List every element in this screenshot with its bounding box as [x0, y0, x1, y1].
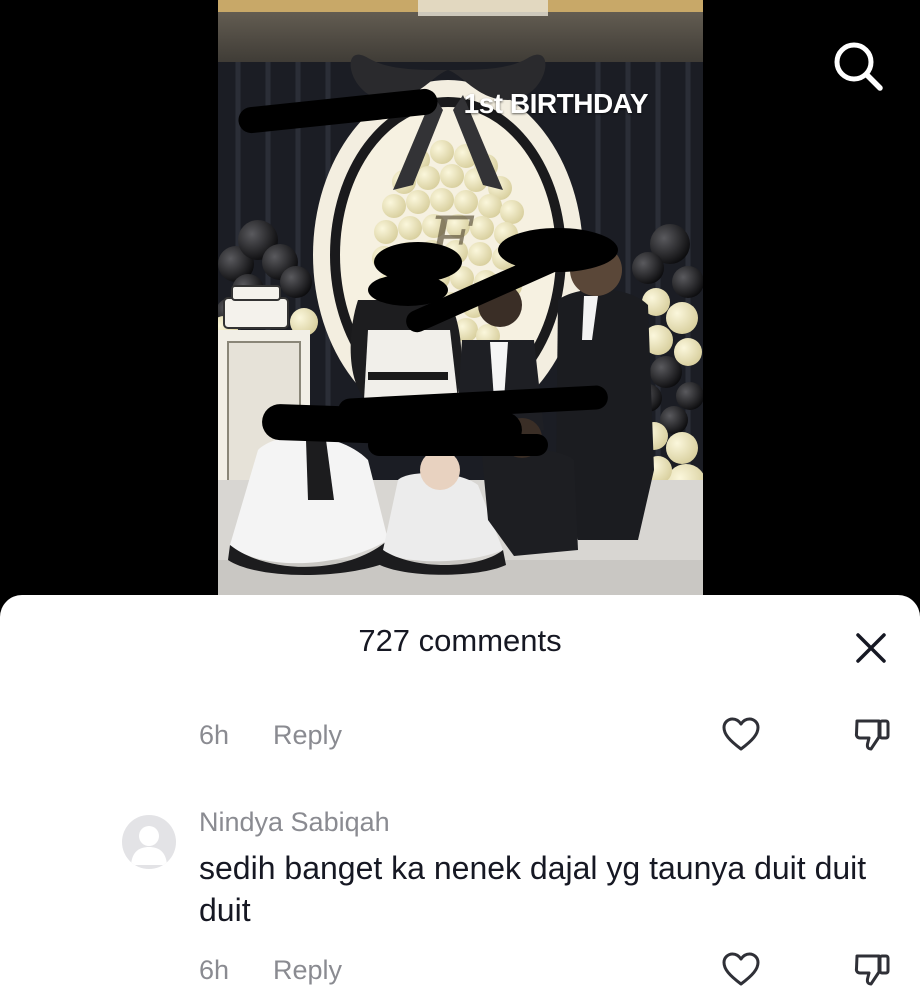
close-icon: [856, 633, 886, 663]
comment-time: 6h: [199, 954, 230, 985]
video-overlay-title: 1st BIRTHDAY: [463, 88, 649, 119]
avatar[interactable]: [122, 815, 176, 869]
thumbs-down-icon: [854, 719, 890, 751]
comment-meta-row: 6h Reply: [199, 950, 342, 990]
close-button[interactable]: [852, 629, 890, 667]
like-button[interactable]: [721, 715, 761, 755]
reply-button[interactable]: Reply: [273, 720, 342, 751]
comment-meta-row: 6h Reply: [199, 715, 342, 755]
dislike-button[interactable]: [852, 715, 892, 755]
like-button[interactable]: [721, 950, 761, 990]
comment-time: 6h: [199, 719, 230, 750]
comments-sheet: 727 comments 6h Reply Nindya Sabiqah sed…: [0, 595, 920, 1002]
app-screen: F 1st BIRTHDAY 727 comments 6h Reply Nin…: [0, 0, 920, 1002]
comments-count-title: 727 comments: [358, 623, 562, 658]
search-button[interactable]: [830, 38, 886, 94]
comment-author[interactable]: Nindya Sabiqah: [199, 807, 390, 838]
comment-text: sedih banget ka nenek dajal yg taunya du…: [199, 850, 867, 928]
user-icon: [131, 826, 167, 865]
heart-icon: [722, 717, 760, 751]
heart-icon: [722, 952, 760, 986]
thumbs-down-icon: [854, 954, 890, 986]
dislike-button[interactable]: [852, 950, 892, 990]
video-player[interactable]: F 1st BIRTHDAY: [218, 0, 703, 600]
search-icon: [834, 42, 883, 91]
reply-button[interactable]: Reply: [273, 955, 342, 986]
